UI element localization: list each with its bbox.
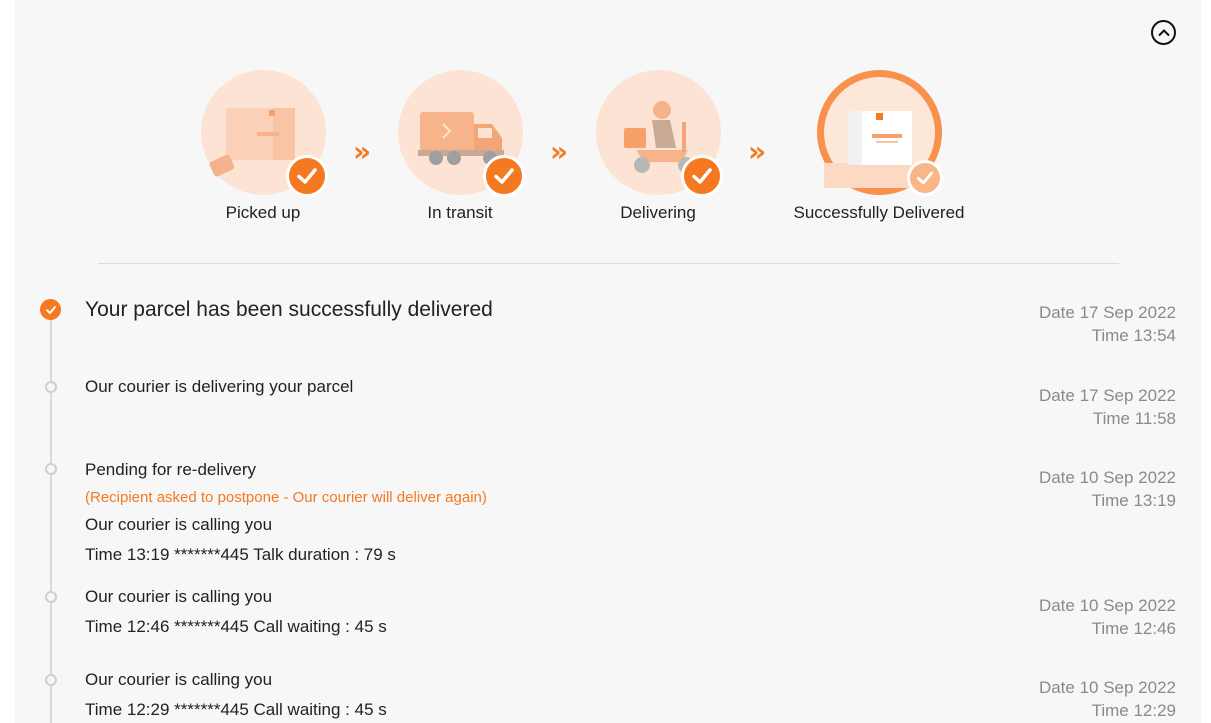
chevron-up-icon[interactable]: [1151, 20, 1176, 45]
step-in-transit: In transit: [360, 70, 560, 223]
event-time: Time 13:54: [1091, 326, 1176, 345]
event-date: Date 17 Sep 2022: [1038, 303, 1176, 322]
truck-icon: [397, 70, 525, 197]
check-icon: [40, 299, 61, 320]
delivered-box-icon: [816, 70, 943, 196]
event-title: Our courier is delivering your parcel: [85, 377, 354, 396]
event-date: Date 17 Sep 2022: [1038, 386, 1176, 405]
event-date: Date 10 Sep 2022: [1038, 678, 1176, 697]
event-datetime: Date 17 Sep 2022 Time 13:54: [1039, 301, 1176, 347]
tracking-panel: Picked up » In transit » Delivering » Su…: [15, 0, 1201, 723]
event-datetime: Date 10 Sep 2022 Time 13:19: [1039, 466, 1176, 512]
event-date: Date 10 Sep 2022: [1038, 468, 1176, 487]
timeline-dot: [45, 674, 57, 686]
divider: [98, 263, 1119, 264]
step-label: In transit: [427, 203, 493, 222]
event-datetime: Date 17 Sep 2022 Time 11:58: [1039, 384, 1176, 430]
timeline-dot: [45, 381, 57, 393]
check-icon: [482, 155, 525, 197]
event-detail: Time 12:29 *******445 Call waiting : 45 …: [85, 700, 387, 719]
step-label: Successfully Delivered: [793, 203, 965, 222]
event-title: Our courier is calling you: [85, 670, 273, 689]
check-icon: [906, 160, 943, 196]
event-title: Our courier is calling you: [85, 587, 273, 606]
timeline-line: [50, 310, 52, 723]
event-datetime: Date 10 Sep 2022 Time 12:29: [1039, 676, 1176, 722]
step-successfully-delivered: Successfully Delivered: [779, 70, 979, 223]
parcel-pickup-icon: [200, 70, 328, 197]
event-date: Date 10 Sep 2022: [1038, 596, 1176, 615]
event-detail: Our courier is calling you: [85, 515, 273, 534]
event-title: Your parcel has been successfully delive…: [85, 298, 493, 321]
event-detail: Time 12:46 *******445 Call waiting : 45 …: [85, 617, 387, 636]
event-detail: Time 13:19 *******445 Talk duration : 79…: [85, 545, 396, 564]
check-icon: [680, 155, 723, 197]
step-picked-up: Picked up: [163, 70, 363, 223]
event-time: Time 13:19: [1091, 491, 1176, 510]
event-title: Pending for re-delivery: [85, 460, 257, 479]
timeline-dot: [45, 591, 57, 603]
event-note: (Recipient asked to postpone - Our couri…: [85, 489, 487, 506]
courier-scooter-icon: [595, 70, 723, 197]
event-time: Time 12:29: [1091, 701, 1176, 720]
step-delivering: Delivering: [558, 70, 758, 223]
step-label: Picked up: [225, 203, 301, 222]
step-label: Delivering: [620, 203, 696, 222]
event-time: Time 12:46: [1091, 619, 1176, 638]
check-icon: [285, 155, 328, 197]
event-datetime: Date 10 Sep 2022 Time 12:46: [1039, 594, 1176, 640]
timeline-dot: [45, 463, 57, 475]
step-arrow-icon: »: [748, 135, 766, 168]
event-time: Time 11:58: [1092, 409, 1176, 428]
